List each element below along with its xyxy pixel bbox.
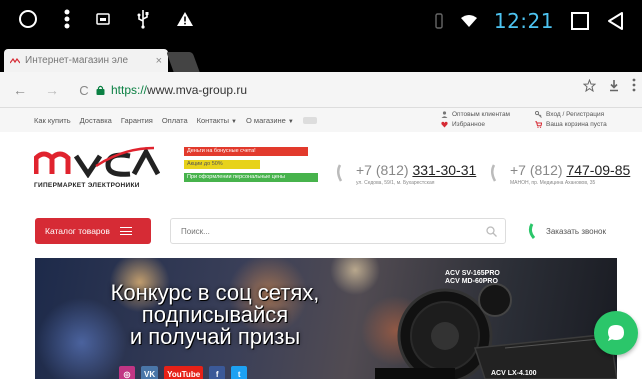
square-recents-icon[interactable] <box>570 11 590 31</box>
phone-address-2: МАНОН, пр. Медицина Ахановов, 35 <box>510 180 596 186</box>
nav-contacts[interactable]: Контакты ▼ <box>197 116 237 125</box>
phone-prefix-2: +7 (812) <box>510 162 567 178</box>
chat-button[interactable] <box>594 311 638 355</box>
phone-handset-icon <box>528 223 536 239</box>
chat-bubble-icon <box>608 325 624 341</box>
chevron-down-icon: ▼ <box>287 118 294 125</box>
nav-delivery[interactable]: Доставка <box>80 116 112 125</box>
favorites-link[interactable]: Избранное <box>441 121 485 128</box>
search-input[interactable] <box>171 219 461 243</box>
browser-tab-strip: Интернет-магазин эле × <box>0 46 642 72</box>
tab-favicon-icon <box>10 57 20 63</box>
search-row: Каталог товаров Заказать звонок <box>0 212 642 246</box>
phone-prefix-1: +7 (812) <box>356 162 413 178</box>
vertical-dots-icon[interactable] <box>64 9 70 29</box>
sim-card-icon <box>96 12 110 26</box>
clock-time: 12:21 <box>493 9 554 33</box>
status-bar: 12:21 <box>0 0 642 46</box>
product-image <box>375 283 617 379</box>
url-scheme: https:// <box>111 83 148 97</box>
nav-how-to-buy[interactable]: Как купить <box>34 116 71 125</box>
tab-close-icon[interactable]: × <box>156 55 162 67</box>
url-host: www.mva-group.ru <box>147 83 248 97</box>
phone-digits-2: 747-09-85 <box>566 162 631 178</box>
product-label-1: ACV SV-165PRO <box>445 270 500 277</box>
back-button[interactable]: ← <box>8 78 32 102</box>
download-icon[interactable] <box>608 79 620 97</box>
browser-tab[interactable]: Интернет-магазин эле × <box>4 49 168 72</box>
phone-handset-icon <box>337 164 343 182</box>
forward-button[interactable]: → <box>40 78 64 102</box>
reload-button[interactable]: C <box>72 78 96 102</box>
nav-warranty[interactable]: Гарантия <box>121 116 153 125</box>
site-header: ГИПЕРМАРКЕТ ЭЛЕКТРОНИКИ Деньги на бонусн… <box>0 132 642 198</box>
nav-badge <box>302 116 317 124</box>
web-page: Как купить Доставка Гарантия Оплата Конт… <box>0 108 642 379</box>
promo-slider[interactable]: Конкурс в соц сетях, подписывайся и полу… <box>35 258 617 379</box>
phone-digits-1: 331-30-31 <box>412 162 477 178</box>
nav-contacts-label: Контакты <box>196 115 230 125</box>
tab-title: Интернет-магазин эле <box>25 55 129 66</box>
banner-line-2: подписывайся <box>141 302 289 327</box>
nav-about[interactable]: О магазине ▼ <box>246 116 294 125</box>
login-label: Вход / Регистрация <box>546 111 605 118</box>
twitter-icon[interactable]: t <box>231 366 248 379</box>
cart-label: Ваша корзина пуста <box>546 121 607 128</box>
phone-block-1: +7 (812) 331-30-31 ул. Седова, 59/1, м. … <box>336 162 476 186</box>
favorites-label: Избранное <box>452 121 485 128</box>
browser-toolbar: ← → C https:// www.mva-group.ru <box>0 72 642 108</box>
facebook-icon[interactable]: f <box>209 366 226 379</box>
wholesale-label: Оптовым клиентам <box>452 111 511 118</box>
search-icon[interactable] <box>486 226 497 237</box>
logo-tagline: ГИПЕРМАРКЕТ ЭЛЕКТРОНИКИ <box>34 182 140 189</box>
triangle-back-icon[interactable] <box>606 11 624 31</box>
social-icons: ◎ VK YouTube f t <box>119 366 248 379</box>
catalog-label: Каталог товаров <box>45 226 110 236</box>
catalog-button[interactable]: Каталог товаров <box>35 218 151 244</box>
promo-banner-bonus[interactable]: Деньги на бонусные счета! <box>184 147 308 156</box>
chevron-down-icon: ▼ <box>231 118 237 125</box>
screen: 12:21 Интернет-магазин эле × ← → C https… <box>0 0 642 379</box>
vk-icon[interactable]: VK <box>141 366 159 379</box>
banner-headline: Конкурс в соц сетях, подписывайся и полу… <box>75 282 355 348</box>
mva-logo[interactable] <box>34 144 160 178</box>
phone-number-1[interactable]: +7 (812) 331-30-31 <box>356 162 476 178</box>
callback-link[interactable]: Заказать звонок <box>528 223 606 239</box>
star-icon[interactable] <box>582 78 597 97</box>
new-tab-button[interactable] <box>166 52 200 72</box>
phone-handset-icon <box>491 164 497 182</box>
usb-icon <box>136 9 150 29</box>
youtube-icon[interactable]: YouTube <box>164 366 204 379</box>
circle-home-icon[interactable] <box>18 9 38 29</box>
callback-label: Заказать звонок <box>546 226 606 236</box>
menu-dots-icon[interactable] <box>632 78 636 97</box>
product-label-2: ACV MD-60PRO <box>445 278 498 285</box>
phone-block-2: +7 (812) 747-09-85 МАНОН, пр. Медицина А… <box>490 162 630 186</box>
instagram-icon[interactable]: ◎ <box>119 366 135 379</box>
phone-number-2[interactable]: +7 (812) 747-09-85 <box>510 162 630 178</box>
search-box <box>170 218 506 244</box>
lock-icon <box>96 85 105 95</box>
banner-line-3: и получай призы <box>129 324 301 349</box>
cart-link[interactable]: Ваша корзина пуста <box>535 121 607 128</box>
promo-banner-prices[interactable]: При оформлении персональные цены <box>184 173 318 182</box>
url-bar[interactable]: https:// www.mva-group.ru <box>96 78 578 102</box>
wholesale-link[interactable]: Оптовым клиентам <box>441 111 510 118</box>
login-link[interactable]: Вход / Регистрация <box>535 111 604 118</box>
phone-address-1: ул. Седова, 59/1, м. Бухарестская <box>356 180 435 186</box>
key-icon <box>535 111 542 118</box>
banner-line-1: Конкурс в соц сетях, <box>110 280 320 305</box>
product-label-3: ACV LX-4.100 <box>491 370 537 377</box>
product-labels: ACV SV-165PRO ACV MD-60PRO <box>445 270 500 286</box>
warning-icon <box>176 11 194 27</box>
vibrate-icon <box>434 13 444 29</box>
cart-icon <box>535 121 542 128</box>
nav-payment[interactable]: Оплата <box>162 116 188 125</box>
wifi-icon <box>460 14 478 28</box>
nav-about-label: О магазине <box>246 115 286 125</box>
user-icon <box>441 111 448 118</box>
promo-banner-sale[interactable]: Акции до 50% <box>184 160 260 169</box>
heart-icon <box>441 121 448 128</box>
hamburger-icon <box>119 227 132 235</box>
